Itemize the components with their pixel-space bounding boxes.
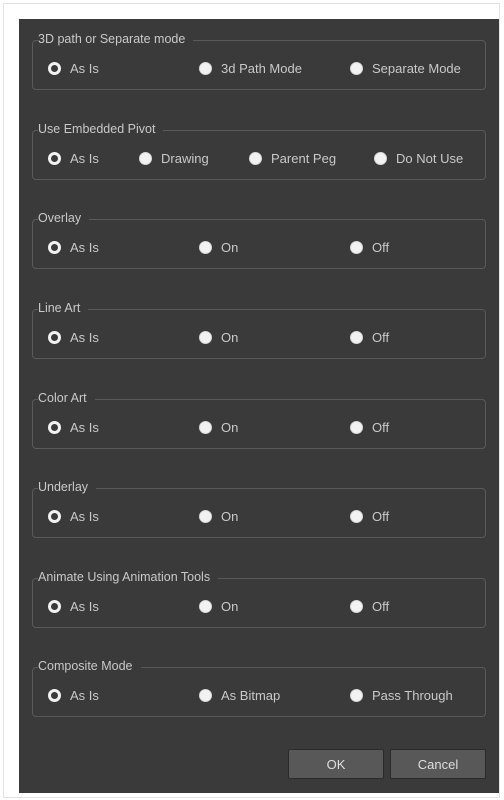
radio-unchecked-icon[interactable]	[199, 599, 212, 613]
group-title: Composite Mode	[38, 659, 141, 673]
radio-label: As Is	[70, 598, 99, 614]
group-title: 3D path or Separate mode	[38, 32, 194, 46]
radio-option-as-is[interactable]: As Is	[48, 687, 99, 703]
radio-option-as-bitmap[interactable]: As Bitmap	[199, 687, 280, 703]
group-title: Animate Using Animation Tools	[38, 570, 219, 584]
radio-label: Parent Peg	[271, 150, 337, 166]
radio-unchecked-icon[interactable]	[350, 509, 363, 523]
group-title: Line Art	[38, 301, 89, 315]
group-composite-mode: Composite Mode As Is As Bitmap Pass Through	[32, 659, 486, 717]
radio-label: As Is	[70, 60, 99, 76]
radio-checked-icon[interactable]	[48, 330, 61, 344]
radio-label: As Is	[70, 419, 99, 435]
group-overlay: Overlay As Is On Off	[32, 211, 486, 269]
radio-label: Off	[372, 598, 390, 614]
radio-label: 3d Path Mode	[221, 60, 302, 76]
radio-label: On	[221, 598, 239, 614]
radio-option-off[interactable]: Off	[350, 598, 389, 614]
radio-option-on[interactable]: On	[199, 329, 238, 345]
group-title: Color Art	[38, 391, 95, 405]
cancel-button[interactable]: Cancel	[390, 749, 486, 779]
group-line-art: Line Art As Is On Off	[32, 301, 486, 359]
radio-unchecked-icon[interactable]	[199, 61, 212, 75]
radio-checked-icon[interactable]	[48, 61, 61, 75]
radio-checked-icon[interactable]	[48, 688, 61, 702]
radio-label: Off	[372, 419, 390, 435]
radio-option-3d-path-mode[interactable]: 3d Path Mode	[199, 60, 302, 76]
radio-unchecked-icon[interactable]	[350, 688, 363, 702]
radio-label: Off	[372, 239, 390, 255]
radio-option-parent-peg[interactable]: Parent Peg	[249, 150, 336, 166]
radio-unchecked-icon[interactable]	[199, 420, 212, 434]
radio-checked-icon[interactable]	[48, 151, 61, 165]
radio-unchecked-icon[interactable]	[350, 599, 363, 613]
radio-label: As Is	[70, 150, 99, 166]
radio-option-separate-mode[interactable]: Separate Mode	[350, 60, 461, 76]
radio-unchecked-icon[interactable]	[350, 420, 363, 434]
radio-unchecked-icon[interactable]	[350, 61, 363, 75]
radio-label: Do Not Use	[396, 150, 464, 166]
group-use-embedded-pivot: Use Embedded Pivot As Is Drawing Parent Peg…	[32, 122, 486, 180]
group-title: Overlay	[38, 211, 90, 225]
radio-option-on[interactable]: On	[199, 598, 238, 614]
group-animate-using-animation-tools: Animate Using Animation Tools As Is On Off	[32, 570, 486, 628]
radio-checked-icon[interactable]	[48, 240, 61, 254]
radio-option-off[interactable]: Off	[350, 508, 389, 524]
radio-unchecked-icon[interactable]	[350, 240, 363, 254]
radio-option-as-is[interactable]: As Is	[48, 598, 99, 614]
radio-option-off[interactable]: Off	[350, 329, 389, 345]
radio-option-off[interactable]: Off	[350, 239, 389, 255]
radio-label: As Is	[70, 239, 99, 255]
radio-option-as-is[interactable]: As Is	[48, 239, 99, 255]
radio-option-on[interactable]: On	[199, 508, 238, 524]
radio-option-pass-through[interactable]: Pass Through	[350, 687, 453, 703]
radio-option-as-is[interactable]: As Is	[48, 60, 99, 76]
radio-label: As Is	[70, 508, 99, 524]
radio-option-off[interactable]: Off	[350, 419, 389, 435]
radio-checked-icon[interactable]	[48, 509, 61, 523]
radio-unchecked-icon[interactable]	[199, 509, 212, 523]
radio-option-as-is[interactable]: As Is	[48, 508, 99, 524]
group-underlay: Underlay As Is On Off	[32, 480, 486, 538]
radio-option-as-is[interactable]: As Is	[48, 150, 99, 166]
properties-dialog: 3D path or Separate mode As Is 3d Path Mod…	[19, 19, 499, 793]
radio-label: On	[221, 419, 239, 435]
radio-label: As Is	[70, 687, 99, 703]
radio-option-do-not-use[interactable]: Do Not Use	[374, 150, 463, 166]
group-title: Use Embedded Pivot	[38, 122, 164, 136]
radio-checked-icon[interactable]	[48, 599, 61, 613]
radio-label: On	[221, 239, 239, 255]
radio-option-as-is[interactable]: As Is	[48, 329, 99, 345]
group-color-art: Color Art As Is On Off	[32, 391, 486, 449]
radio-label: On	[221, 508, 239, 524]
radio-label: Separate Mode	[372, 60, 461, 76]
radio-label: Off	[372, 329, 390, 345]
radio-unchecked-icon[interactable]	[139, 151, 152, 165]
radio-label: Off	[372, 508, 390, 524]
radio-unchecked-icon[interactable]	[199, 240, 212, 254]
radio-unchecked-icon[interactable]	[350, 330, 363, 344]
radio-unchecked-icon[interactable]	[199, 330, 212, 344]
ok-button[interactable]: OK	[288, 749, 384, 779]
radio-label: On	[221, 329, 239, 345]
radio-option-on[interactable]: On	[199, 239, 238, 255]
radio-label: As Bitmap	[221, 687, 281, 703]
radio-option-drawing[interactable]: Drawing	[139, 150, 209, 166]
group-title: Underlay	[38, 480, 97, 494]
group-3d-path-or-separate-mode: 3D path or Separate mode As Is 3d Path Mod…	[32, 32, 486, 90]
radio-option-on[interactable]: On	[199, 419, 238, 435]
radio-checked-icon[interactable]	[48, 420, 61, 434]
radio-unchecked-icon[interactable]	[249, 151, 262, 165]
radio-unchecked-icon[interactable]	[199, 688, 212, 702]
radio-label: Pass Through	[372, 687, 453, 703]
radio-label: As Is	[70, 329, 99, 345]
radio-option-as-is[interactable]: As Is	[48, 419, 99, 435]
radio-label: Drawing	[161, 150, 209, 166]
radio-unchecked-icon[interactable]	[374, 151, 387, 165]
